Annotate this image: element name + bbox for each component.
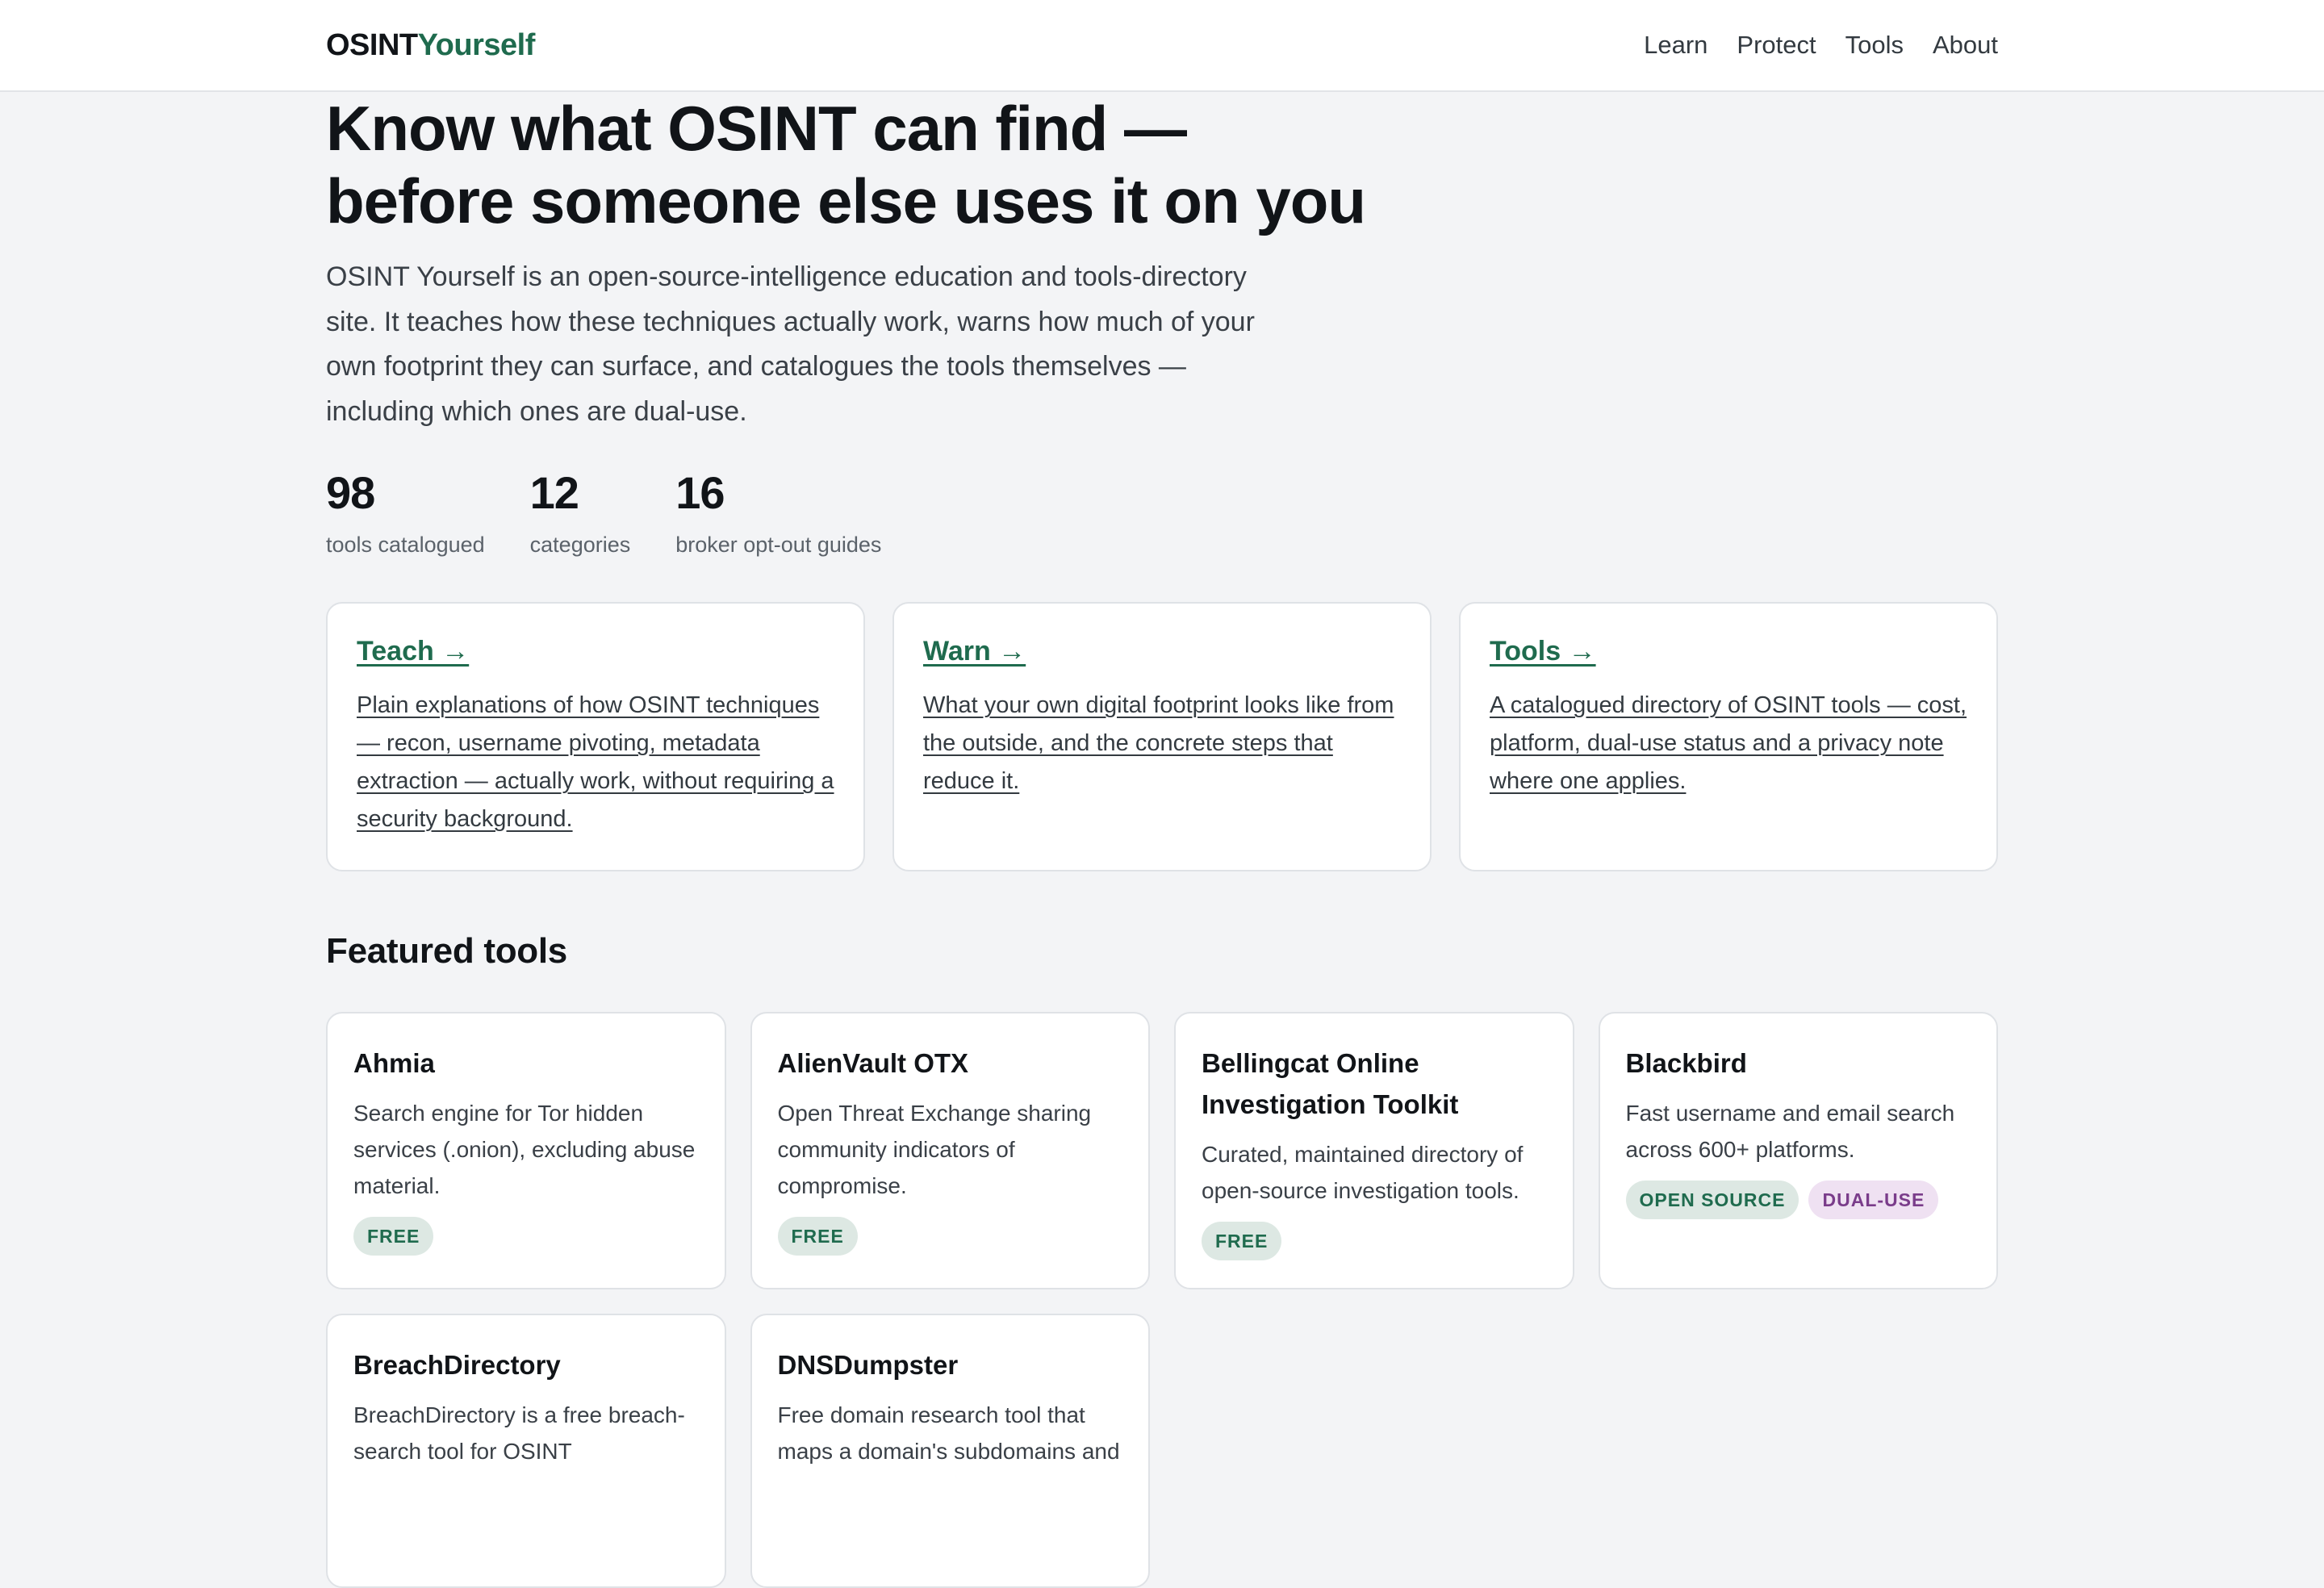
pillar-description: What your own digital footprint looks li…: [923, 692, 1394, 794]
logo-text-yourself: Yourself: [417, 27, 536, 62]
tool-description: Curated, maintained directory of open-so…: [1202, 1142, 1524, 1203]
tool-name: Blackbird: [1625, 1048, 1747, 1078]
header-inner: OSINTYourself Learn Protect Tools About: [326, 0, 1998, 90]
pillar-title: Tools →: [1490, 636, 1596, 667]
nav-tools[interactable]: Tools: [1845, 31, 1904, 60]
hero-title-line-2: before someone else uses it on you: [326, 165, 1366, 236]
tag-free-badge: FREE: [353, 1217, 434, 1256]
tool-tags: FREE: [353, 1217, 699, 1256]
tag-free-badge: FREE: [1202, 1222, 1282, 1260]
pillar-title: Teach →: [357, 636, 470, 667]
pillar-card-tools[interactable]: Tools → A catalogued directory of OSINT …: [1459, 602, 1998, 871]
tool-name: Ahmia: [353, 1048, 435, 1078]
tool-name: BreachDirectory: [353, 1350, 561, 1380]
tag-open-source-badge: OPEN SOURCE: [1625, 1181, 1799, 1219]
stat-value: 16: [675, 467, 725, 518]
tool-tags: FREE: [777, 1217, 1123, 1256]
tool-description: Free domain research tool that maps a do…: [777, 1402, 1120, 1464]
hero-title: Know what OSINT can find — before someon…: [326, 92, 1456, 237]
tool-card-dnsdumpster[interactable]: DNSDumpster Free domain research tool th…: [750, 1314, 1150, 1588]
nav-about[interactable]: About: [1933, 31, 1998, 60]
tool-name: AlienVault OTX: [777, 1048, 969, 1078]
pillar-cards: Teach → Plain explanations of how OSINT …: [326, 602, 1998, 871]
stat-label: tools catalogued: [326, 533, 485, 557]
nav-learn[interactable]: Learn: [1644, 31, 1707, 60]
main-nav: Learn Protect Tools About: [1644, 31, 1998, 60]
pillar-title: Warn →: [923, 636, 1026, 667]
site-header: OSINTYourself Learn Protect Tools About: [0, 0, 2324, 92]
tag-free-badge: FREE: [777, 1217, 858, 1256]
tool-description: Fast username and email search across 60…: [1625, 1101, 1955, 1162]
stat-value: 98: [326, 467, 375, 518]
pillar-card-teach[interactable]: Teach → Plain explanations of how OSINT …: [326, 602, 865, 871]
tool-description: Search engine for Tor hidden services (.…: [353, 1101, 696, 1198]
site-logo[interactable]: OSINTYourself: [326, 28, 535, 63]
stat-categories: 12 categories: [530, 465, 631, 558]
tool-description: Open Threat Exchange sharing community i…: [777, 1101, 1092, 1198]
stat-label: categories: [529, 533, 631, 557]
tool-card-breachdirectory[interactable]: BreachDirectory BreachDirectory is a fre…: [326, 1314, 726, 1588]
tool-description: BreachDirectory is a free breach-search …: [353, 1402, 685, 1464]
tool-tags: OPEN SOURCE DUAL-USE: [1625, 1181, 1971, 1219]
tool-card-bellingcat-toolkit[interactable]: Bellingcat Online Investigation Toolkit …: [1174, 1012, 1574, 1289]
tool-card-ahmia[interactable]: Ahmia Search engine for Tor hidden servi…: [326, 1012, 726, 1289]
tool-card-alienvault-otx[interactable]: AlienVault OTX Open Threat Exchange shar…: [750, 1012, 1150, 1289]
featured-tools-grid: Ahmia Search engine for Tor hidden servi…: [326, 1012, 1998, 1588]
tag-dual-use-badge: DUAL-USE: [1808, 1181, 1939, 1219]
nav-protect[interactable]: Protect: [1737, 31, 1816, 60]
pillar-card-warn[interactable]: Warn → What your own digital footprint l…: [892, 602, 1432, 871]
stat-tools: 98 tools catalogued: [326, 465, 485, 558]
stat-value: 12: [529, 467, 579, 518]
tool-name: DNSDumpster: [777, 1350, 959, 1380]
pillar-description: A catalogued directory of OSINT tools — …: [1490, 692, 1967, 794]
stats-row: 98 tools catalogued 12 categories 16 bro…: [326, 465, 926, 558]
stat-optout-guides: 16 broker opt-out guides: [675, 465, 881, 558]
stat-label: broker opt-out guides: [675, 533, 882, 557]
featured-tools-heading: Featured tools: [326, 931, 567, 971]
hero-lede: OSINT Yourself is an open-source-intelli…: [326, 261, 1255, 427]
hero-title-line-1: Know what OSINT can find —: [326, 93, 1187, 164]
tool-tags: FREE: [1202, 1222, 1547, 1260]
logo-text-osint: OSINT: [326, 27, 418, 62]
tool-card-blackbird[interactable]: Blackbird Fast username and email search…: [1598, 1012, 1998, 1289]
tool-name: Bellingcat Online Investigation Toolkit: [1202, 1048, 1459, 1119]
pillar-description: Plain explanations of how OSINT techniqu…: [357, 692, 834, 832]
